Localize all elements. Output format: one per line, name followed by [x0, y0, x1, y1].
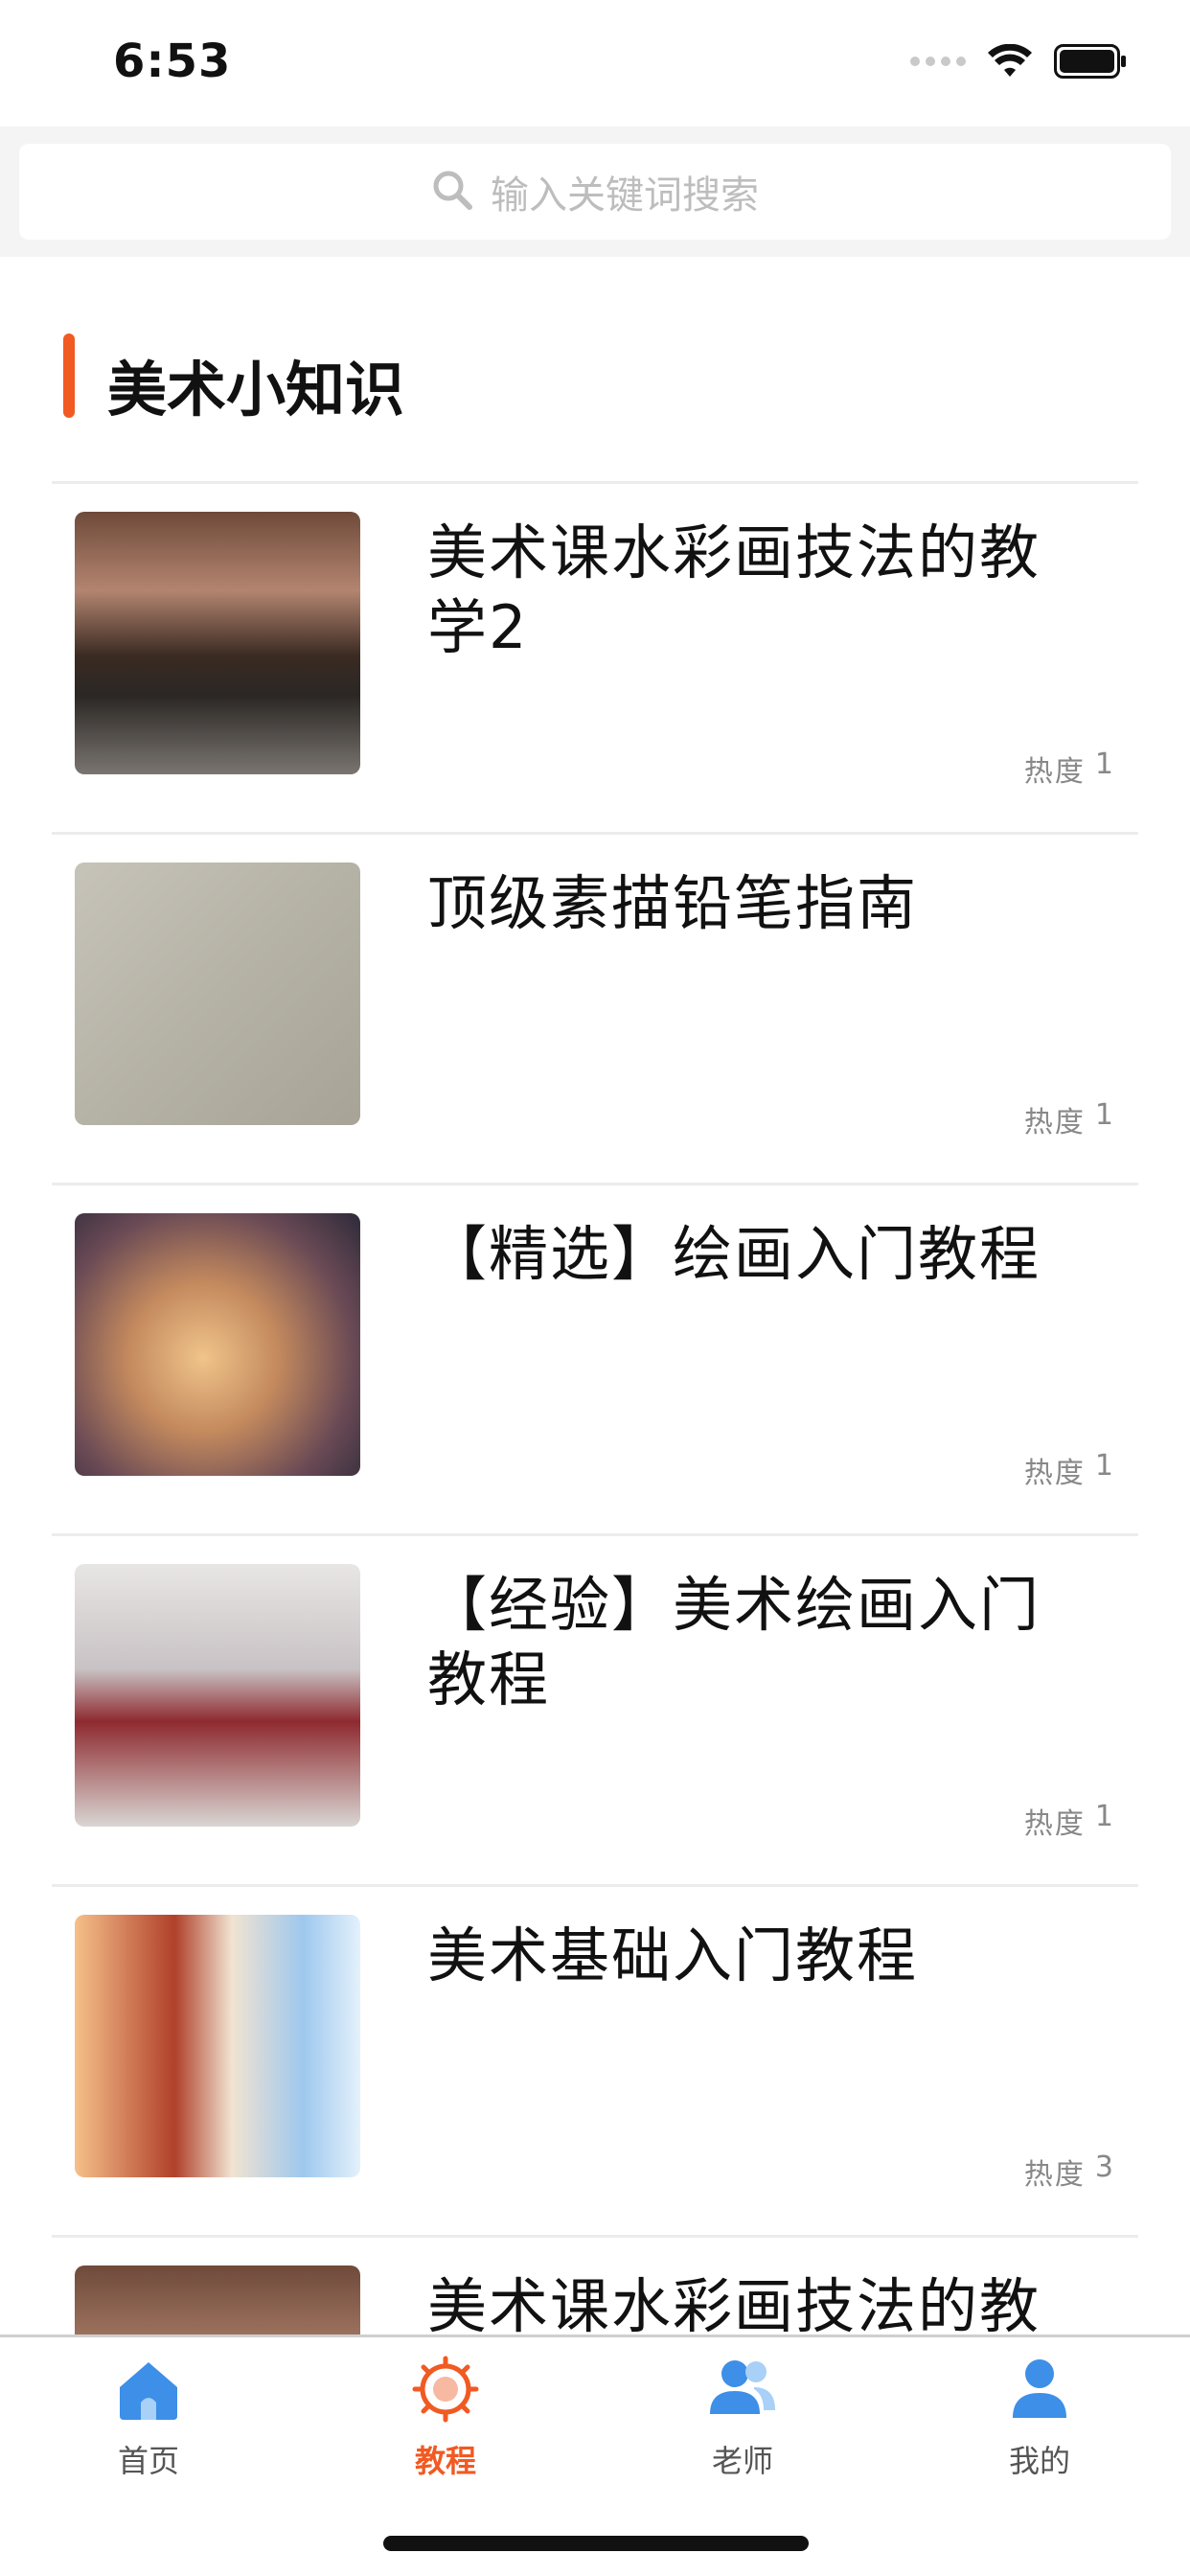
list-item[interactable]: 顶级素描铅笔指南 热度 1: [0, 832, 1190, 1183]
search-icon: [431, 169, 473, 215]
list-item[interactable]: 美术基础入门教程 热度 3: [0, 1884, 1190, 2235]
section-title: 美术小知识: [107, 355, 405, 425]
heat-value: 1: [1094, 1098, 1115, 1132]
item-title: 美术课水彩画技法的教: [427, 2271, 1041, 2341]
heat-indicator: 热度 3: [1024, 2150, 1115, 2193]
divider: [52, 832, 1138, 835]
item-thumbnail: [75, 1564, 360, 1827]
divider: [52, 481, 1138, 484]
profile-icon: [1005, 2355, 1074, 2427]
item-title: 顶级素描铅笔指南: [427, 868, 919, 938]
item-title: 美术课水彩画技法的教学2: [427, 518, 1041, 662]
app-screen: 6:53 输入关键词搜索 美术小知识 美术课水彩画技法的教学2 热度 1 顶级素…: [0, 0, 1190, 2576]
list-item[interactable]: 【经验】美术绘画入门教程 热度 1: [0, 1533, 1190, 1884]
item-title: 【经验】美术绘画入门教程: [427, 1570, 1041, 1714]
section-accent-bar: [63, 334, 75, 418]
heat-indicator: 热度 1: [1024, 1098, 1115, 1140]
divider: [52, 2235, 1138, 2238]
tutorial-icon: [411, 2355, 480, 2427]
item-thumbnail: [75, 1915, 360, 2177]
tab-teachers[interactable]: 老师: [594, 2355, 891, 2498]
tab-label: 我的: [1008, 2443, 1070, 2479]
status-indicators: [910, 44, 1127, 79]
battery-icon: [1054, 44, 1127, 79]
heat-label: 热度: [1023, 1457, 1086, 1490]
teachers-icon: [706, 2355, 779, 2427]
heat-indicator: 热度 1: [1024, 748, 1115, 790]
heat-value: 3: [1094, 2150, 1115, 2184]
divider: [52, 1533, 1138, 1536]
search-bar-container: 输入关键词搜索: [0, 126, 1190, 257]
tab-label: 教程: [414, 2443, 476, 2479]
heat-value: 1: [1094, 1449, 1115, 1483]
tab-label: 老师: [711, 2443, 773, 2479]
heat-indicator: 热度 1: [1024, 1449, 1115, 1491]
divider: [52, 1884, 1138, 1887]
section-header: 美术小知识: [0, 316, 1190, 425]
wifi-icon: [987, 44, 1033, 79]
home-icon: [114, 2355, 183, 2427]
heat-label: 热度: [1023, 755, 1086, 789]
item-title: 美术基础入门教程: [427, 1920, 919, 1990]
list-item[interactable]: 【精选】绘画入门教程 热度 1: [0, 1183, 1190, 1533]
tab-label: 首页: [117, 2443, 179, 2479]
item-title: 【精选】绘画入门教程: [427, 1219, 1041, 1289]
tab-home[interactable]: 首页: [0, 2355, 297, 2498]
heat-label: 热度: [1023, 2158, 1086, 2192]
heat-indicator: 热度 1: [1024, 1800, 1115, 1842]
article-list: 美术课水彩画技法的教学2 热度 1 顶级素描铅笔指南 热度 1 【精选】绘画入门…: [0, 481, 1190, 2576]
heat-value: 1: [1094, 1800, 1115, 1833]
tab-tutorial[interactable]: 教程: [297, 2355, 594, 2498]
home-indicator[interactable]: [383, 2536, 809, 2551]
status-time: 6:53: [113, 34, 232, 88]
signal-icon: [910, 57, 966, 66]
status-bar: 6:53: [0, 0, 1190, 126]
list-item[interactable]: 美术课水彩画技法的教学2 热度 1: [0, 481, 1190, 832]
item-thumbnail: [75, 1213, 360, 1476]
divider: [52, 1183, 1138, 1185]
heat-value: 1: [1094, 748, 1115, 781]
search-input[interactable]: 输入关键词搜索: [19, 144, 1171, 240]
search-placeholder: 输入关键词搜索: [491, 173, 759, 218]
tab-profile[interactable]: 我的: [891, 2355, 1188, 2498]
item-thumbnail: [75, 862, 360, 1125]
item-thumbnail: [75, 512, 360, 774]
heat-label: 热度: [1023, 1106, 1086, 1139]
heat-label: 热度: [1023, 1807, 1086, 1841]
